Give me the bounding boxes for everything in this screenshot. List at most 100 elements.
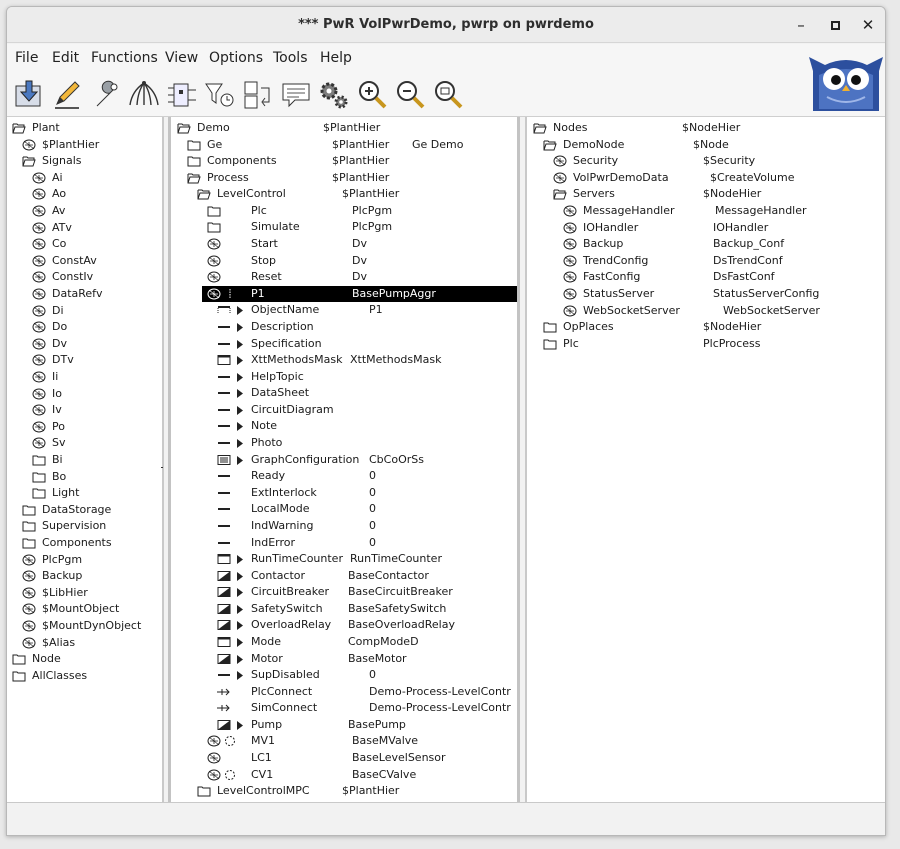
tree-row-statusserver[interactable]: StatusServer StatusServerConfig xyxy=(527,286,885,303)
tree-row-helptopic[interactable]: HelpTopic xyxy=(171,369,517,386)
expand-arrow-icon[interactable] xyxy=(237,555,243,565)
close-button[interactable]: ✕ xyxy=(858,15,878,35)
menu-view[interactable]: View xyxy=(165,50,198,66)
object-hierarchy-pane[interactable]: Demo $PlantHier Ge $PlantHier Ge Demo Compone… xyxy=(168,117,520,802)
menu-options[interactable]: Options xyxy=(209,50,263,66)
tree-row-iohandler[interactable]: IOHandler IOHandler xyxy=(527,220,885,237)
expand-arrow-icon[interactable] xyxy=(237,306,243,316)
menu-functions[interactable]: Functions xyxy=(91,50,158,66)
maximize-button[interactable] xyxy=(825,15,845,35)
tree-row-motor[interactable]: Motor BaseMotor xyxy=(171,651,517,668)
tree-row-contactor[interactable]: Contactor BaseContactor xyxy=(171,568,517,585)
tree-row-note[interactable]: Note xyxy=(171,418,517,435)
tree-row--alias[interactable]: $Alias xyxy=(7,635,162,652)
tree-row-supdisabled[interactable]: SupDisabled 0 xyxy=(171,667,517,684)
expand-arrow-icon[interactable] xyxy=(237,720,243,730)
tree-row-safetyswitch[interactable]: SafetySwitch BaseSafetySwitch xyxy=(171,601,517,618)
tree-row-di[interactable]: Di xyxy=(7,303,162,320)
tree-row-security[interactable]: Security $Security xyxy=(527,153,885,170)
tree-row-overloadrelay[interactable]: OverloadRelay BaseOverloadRelay xyxy=(171,617,517,634)
hierarchy-button[interactable] xyxy=(127,78,161,112)
tree-row-components[interactable]: Components $PlantHier xyxy=(171,153,517,170)
tree-row-simconnect[interactable]: SimConnect Demo-Process-LevelContr xyxy=(171,700,517,717)
tree-row-graphconfiguration[interactable]: GraphConfiguration CbCoOrSs xyxy=(171,452,517,469)
tree-row-plant[interactable]: Plant xyxy=(7,120,162,137)
minimize-button[interactable]: – xyxy=(791,15,811,35)
tree-row-ii[interactable]: Ii xyxy=(7,369,162,386)
tree-row-cv1[interactable]: CV1 BaseCValve xyxy=(171,767,517,784)
tree-row-websocketserver[interactable]: WebSocketServer WebSocketServer xyxy=(527,303,885,320)
expand-arrow-icon[interactable] xyxy=(237,671,243,681)
menu-help[interactable]: Help xyxy=(320,50,352,66)
tree-row-xttmethodsmask[interactable]: XttMethodsMask XttMethodsMask xyxy=(171,352,517,369)
tree-row-specification[interactable]: Specification xyxy=(171,336,517,353)
tree-row-co[interactable]: Co xyxy=(7,236,162,253)
expand-arrow-icon[interactable] xyxy=(237,389,243,399)
tree-row-ao[interactable]: Ao xyxy=(7,186,162,203)
tree-row-constiv[interactable]: ConstIv xyxy=(7,269,162,286)
tree-row-dtv[interactable]: DTv xyxy=(7,352,162,369)
edit-button[interactable] xyxy=(51,78,85,112)
tree-row-datasheet[interactable]: DataSheet xyxy=(171,385,517,402)
expand-arrow-icon[interactable] xyxy=(237,637,243,647)
tree-row-backup[interactable]: Backup xyxy=(7,568,162,585)
tree-row-av[interactable]: Av xyxy=(7,203,162,220)
menu-tools[interactable]: Tools xyxy=(273,50,308,66)
tree-row-do[interactable]: Do xyxy=(7,319,162,336)
expand-arrow-icon[interactable] xyxy=(237,621,243,631)
tree-row-plcconnect[interactable]: PlcConnect Demo-Process-LevelContr xyxy=(171,684,517,701)
tree-row-description[interactable]: Description xyxy=(171,319,517,336)
tree-row-servers[interactable]: Servers $NodeHier xyxy=(527,186,885,203)
menu-edit[interactable]: Edit xyxy=(52,50,79,66)
tree-row-dv[interactable]: Dv xyxy=(7,336,162,353)
tree-row-levelcontrol[interactable]: LevelControl $PlantHier xyxy=(171,186,517,203)
tree-row-fastconfig[interactable]: FastConfig DsFastConf xyxy=(527,269,885,286)
expand-arrow-icon[interactable] xyxy=(237,571,243,581)
zoom-in-button[interactable] xyxy=(355,78,389,112)
tree-row-po[interactable]: Po xyxy=(7,419,162,436)
tree-row-messagehandler[interactable]: MessageHandler MessageHandler xyxy=(527,203,885,220)
tree-row-opplaces[interactable]: OpPlaces $NodeHier xyxy=(527,319,885,336)
tree-row-start[interactable]: Start Dv xyxy=(171,236,517,253)
tree-row-circuitdiagram[interactable]: CircuitDiagram xyxy=(171,402,517,419)
tree-row-stop[interactable]: Stop Dv xyxy=(171,253,517,270)
tree-row-indwarning[interactable]: IndWarning 0 xyxy=(171,518,517,535)
tools-button[interactable] xyxy=(89,78,123,112)
tree-row-simulate[interactable]: Simulate PlcPgm xyxy=(171,219,517,236)
tree-row-circuitbreaker[interactable]: CircuitBreaker BaseCircuitBreaker xyxy=(171,584,517,601)
tree-row-mode[interactable]: Mode CompModeD xyxy=(171,634,517,651)
tree-row-p1[interactable]: P1 BasePumpAggr xyxy=(202,285,517,303)
expand-arrow-icon[interactable] xyxy=(237,339,243,349)
filter-button[interactable] xyxy=(203,78,237,112)
tree-row-components[interactable]: Components xyxy=(7,535,162,552)
zoom-out-button[interactable] xyxy=(393,78,427,112)
expand-arrow-icon[interactable] xyxy=(237,455,243,465)
build-button[interactable] xyxy=(317,78,351,112)
tree-row-bi[interactable]: Bi xyxy=(7,452,162,469)
tree-row-demo[interactable]: Demo $PlantHier xyxy=(171,120,517,137)
expand-arrow-icon[interactable] xyxy=(237,654,243,664)
tree-row-sv[interactable]: Sv xyxy=(7,435,162,452)
expand-arrow-icon[interactable] xyxy=(237,405,243,415)
tree-row-plc[interactable]: Plc PlcProcess xyxy=(527,336,885,353)
swap-button[interactable] xyxy=(241,78,275,112)
tree-row-localmode[interactable]: LocalMode 0 xyxy=(171,501,517,518)
help-balloon-button[interactable] xyxy=(279,78,313,112)
import-button[interactable] xyxy=(13,78,47,112)
tree-row-ready[interactable]: Ready 0 xyxy=(171,468,517,485)
tree-row-inderror[interactable]: IndError 0 xyxy=(171,535,517,552)
node-hierarchy-pane[interactable]: Nodes $NodeHier DemoNode $Node Security $Secu… xyxy=(525,117,885,802)
tree-row-datarefv[interactable]: DataRefv xyxy=(7,286,162,303)
tree-row-ge[interactable]: Ge $PlantHier Ge Demo xyxy=(171,137,517,154)
expand-arrow-icon[interactable] xyxy=(237,439,243,449)
tree-row-supervision[interactable]: Supervision xyxy=(7,518,162,535)
expand-arrow-icon[interactable] xyxy=(237,356,243,366)
tree-row-iv[interactable]: Iv xyxy=(7,402,162,419)
expand-arrow-icon[interactable] xyxy=(237,322,243,332)
tree-row-lc1[interactable]: LC1 BaseLevelSensor xyxy=(171,750,517,767)
plc-button[interactable] xyxy=(165,78,199,112)
expand-arrow-icon[interactable] xyxy=(237,372,243,382)
tree-row--libhier[interactable]: $LibHier xyxy=(7,585,162,602)
tree-row-datastorage[interactable]: DataStorage xyxy=(7,502,162,519)
expand-arrow-icon[interactable] xyxy=(237,604,243,614)
